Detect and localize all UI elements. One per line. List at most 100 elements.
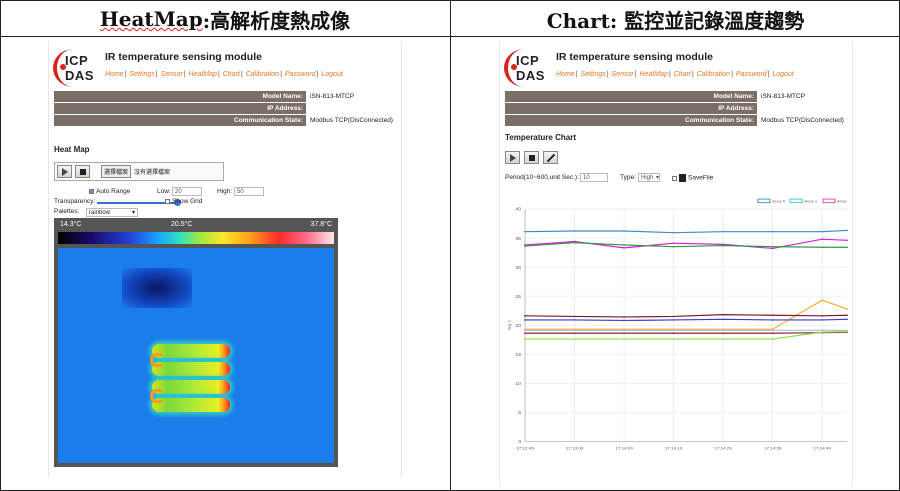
data-point (672, 332, 675, 335)
nav-home[interactable]: Home (105, 71, 124, 78)
data-point (524, 329, 526, 332)
nav-links: Home| Settings| Sensor| HeatMap| Chart| … (105, 71, 343, 78)
info-value: Modbus TCP(DisConnected) (310, 117, 393, 124)
auto-range-label: Auto Range (96, 188, 131, 195)
nav-logout[interactable]: Logout (772, 71, 793, 78)
low-input[interactable]: 20 (172, 187, 202, 196)
y-axis-label: deg C (507, 320, 512, 331)
auto-range-checkbox[interactable] (89, 188, 94, 194)
legend-label: Area (837, 199, 847, 204)
data-point (771, 247, 774, 250)
y-tick-label: 20 (515, 323, 521, 329)
y-tick-label: 35 (515, 236, 521, 242)
nav-password[interactable]: Password (285, 71, 316, 78)
nav-sep: | (316, 71, 319, 78)
data-point (524, 332, 526, 335)
info-value (306, 103, 398, 114)
auto-range[interactable]: Auto Range (89, 188, 130, 195)
data-point (722, 244, 725, 247)
data-point (821, 319, 824, 321)
heatmap-view: 14.3°C 20.5°C 37.8°C (54, 218, 338, 467)
info-key: Model Name: (54, 91, 306, 102)
x-tick-label: 17:14:29 (714, 446, 732, 451)
info-row: Communication State: Modbus TCP(DisConnec… (54, 115, 398, 126)
data-point (524, 230, 526, 233)
nav-password[interactable]: Password (736, 71, 767, 78)
brush-icon (547, 154, 555, 162)
nav-heatmap[interactable]: HeatMap (189, 71, 217, 78)
data-point (524, 315, 526, 317)
thermal-image (58, 248, 334, 463)
heat-bar (152, 362, 230, 376)
stop-button[interactable] (524, 151, 539, 164)
nav-sensor[interactable]: Sensor (612, 71, 634, 78)
nav-sep: | (217, 71, 220, 78)
period-input[interactable]: 10 (580, 173, 608, 182)
data-point (672, 338, 675, 340)
nav-settings[interactable]: Settings (129, 71, 154, 78)
nav-sep: | (575, 71, 578, 78)
nav-sensor[interactable]: Sensor (161, 71, 183, 78)
palette-value: rainbow (89, 210, 111, 216)
play-button[interactable] (505, 151, 520, 164)
logo-text-2: DAS (65, 68, 94, 83)
data-point (573, 329, 576, 332)
data-point (623, 244, 625, 246)
heatmap-title: Heat Map (54, 145, 90, 154)
heat-bar (152, 380, 230, 394)
data-point (573, 338, 576, 340)
y-tick-label: 40 (515, 207, 521, 213)
type-select[interactable]: High ▾ (638, 173, 660, 182)
data-point (771, 319, 774, 321)
data-point (623, 332, 625, 335)
savefile-checkbox[interactable] (672, 175, 677, 181)
logo-text-1: ICP (65, 53, 89, 68)
nav-chart[interactable]: Chart (674, 71, 691, 78)
high-input[interactable]: 50 (234, 187, 264, 196)
info-value: iSN-813-MTCP (761, 93, 806, 100)
data-point (672, 245, 675, 248)
nav-logout[interactable]: Logout (321, 71, 342, 78)
data-point (771, 338, 774, 340)
nav-heatmap[interactable]: HeatMap (640, 71, 668, 78)
scale-min-label: 14.3°C (60, 221, 82, 228)
savefile[interactable]: SaveFile (672, 174, 713, 182)
data-point (771, 230, 774, 233)
clear-button[interactable] (543, 151, 558, 164)
heat-bend (150, 389, 162, 403)
icpdas-logo: ICP DAS (53, 49, 95, 87)
low-label: Low: (157, 188, 171, 195)
legend-label: Area 0 (772, 199, 786, 204)
palettes-label: Palettes: (54, 208, 80, 215)
caption-prefix: HeatMap (99, 7, 203, 31)
file-choose-button[interactable]: 選擇檔案 (101, 165, 132, 178)
data-point (821, 299, 824, 301)
nav-home[interactable]: Home (556, 71, 575, 78)
savefile-label: SaveFile (688, 174, 714, 182)
data-point (722, 329, 725, 332)
stop-button[interactable] (75, 165, 90, 178)
data-point (771, 332, 774, 335)
type-label: Type: (620, 174, 636, 181)
info-value: iSN-813-MTCP (310, 93, 355, 100)
nav-calibration[interactable]: Calibration (246, 71, 279, 78)
chevron-down-icon: ▾ (655, 175, 659, 181)
heat-bar (152, 344, 230, 358)
palettes-select[interactable]: rainbow ▾ (86, 208, 138, 217)
type-value: High (641, 175, 654, 181)
data-point (722, 332, 725, 335)
nav-chart[interactable]: Chart (223, 71, 240, 78)
cold-spot (122, 268, 192, 308)
chart-caption: Chart: 監控並記錄溫度趨勢 (546, 8, 805, 33)
chart-panel: ICP DAS IR temperature sensing module Ho… (451, 37, 900, 490)
nav-sep: | (606, 71, 609, 78)
nav-calibration[interactable]: Calibration (697, 71, 730, 78)
show-grid-checkbox[interactable] (165, 198, 170, 204)
data-point (722, 318, 725, 321)
data-point (846, 314, 848, 317)
play-button[interactable] (57, 165, 72, 178)
nav-settings[interactable]: Settings (580, 71, 605, 78)
data-point (623, 338, 625, 340)
legend-label: Area 1 (804, 199, 818, 204)
show-grid[interactable]: Show Grid (165, 198, 202, 205)
